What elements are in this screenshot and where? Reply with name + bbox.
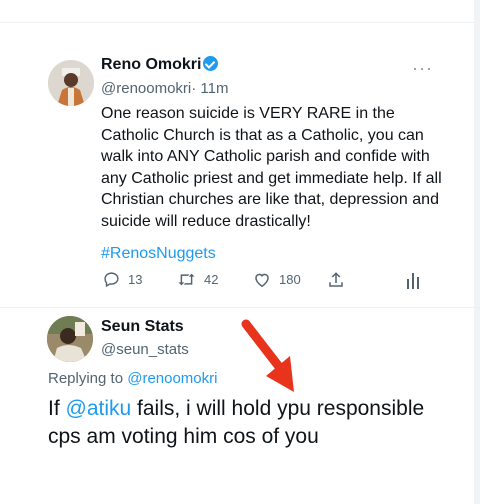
tweet-divider: [0, 307, 480, 308]
analytics-button[interactable]: [406, 271, 420, 289]
replying-to-link[interactable]: @renoomokri: [127, 370, 217, 387]
avatar[interactable]: [48, 60, 94, 106]
verified-badge-icon: [203, 56, 218, 71]
reply-author-handle[interactable]: @seun_stats: [101, 341, 189, 358]
replying-to: Replying to @renoomokri: [48, 370, 218, 387]
heart-icon: [255, 273, 269, 288]
share-button[interactable]: [327, 271, 345, 289]
like-button[interactable]: 180: [253, 271, 301, 288]
reply-icon: [104, 272, 119, 288]
retweet-icon: [178, 273, 195, 286]
scroll-edge: [474, 0, 480, 504]
mention-link[interactable]: @atiku: [66, 397, 132, 420]
reply-count: 13: [128, 272, 143, 287]
reply-avatar[interactable]: [47, 316, 93, 362]
tweet-actions: 13 42 180: [0, 271, 480, 291]
tweet-text: One reason suicide is VERY RARE in the C…: [101, 105, 442, 230]
retweet-button[interactable]: 42: [177, 271, 218, 288]
author-name[interactable]: Reno Omokri: [101, 56, 201, 74]
more-icon[interactable]: ···: [412, 58, 433, 79]
retweet-count: 42: [204, 272, 219, 287]
like-count: 180: [279, 272, 301, 287]
red-arrow-icon: [241, 319, 294, 392]
reply-button[interactable]: 13: [103, 271, 142, 288]
analytics-icon: [407, 273, 419, 289]
reply-text: If @atiku fails, i will hold ypu respons…: [48, 397, 425, 448]
tweet-time[interactable]: · 11m: [191, 80, 228, 97]
author-handle[interactable]: @renoomokri· 11m: [101, 80, 229, 97]
reply-author-name[interactable]: Seun Stats: [101, 318, 184, 336]
share-icon: [329, 272, 343, 287]
top-divider: [0, 22, 480, 23]
hashtag-link[interactable]: #RenosNuggets: [101, 245, 216, 263]
